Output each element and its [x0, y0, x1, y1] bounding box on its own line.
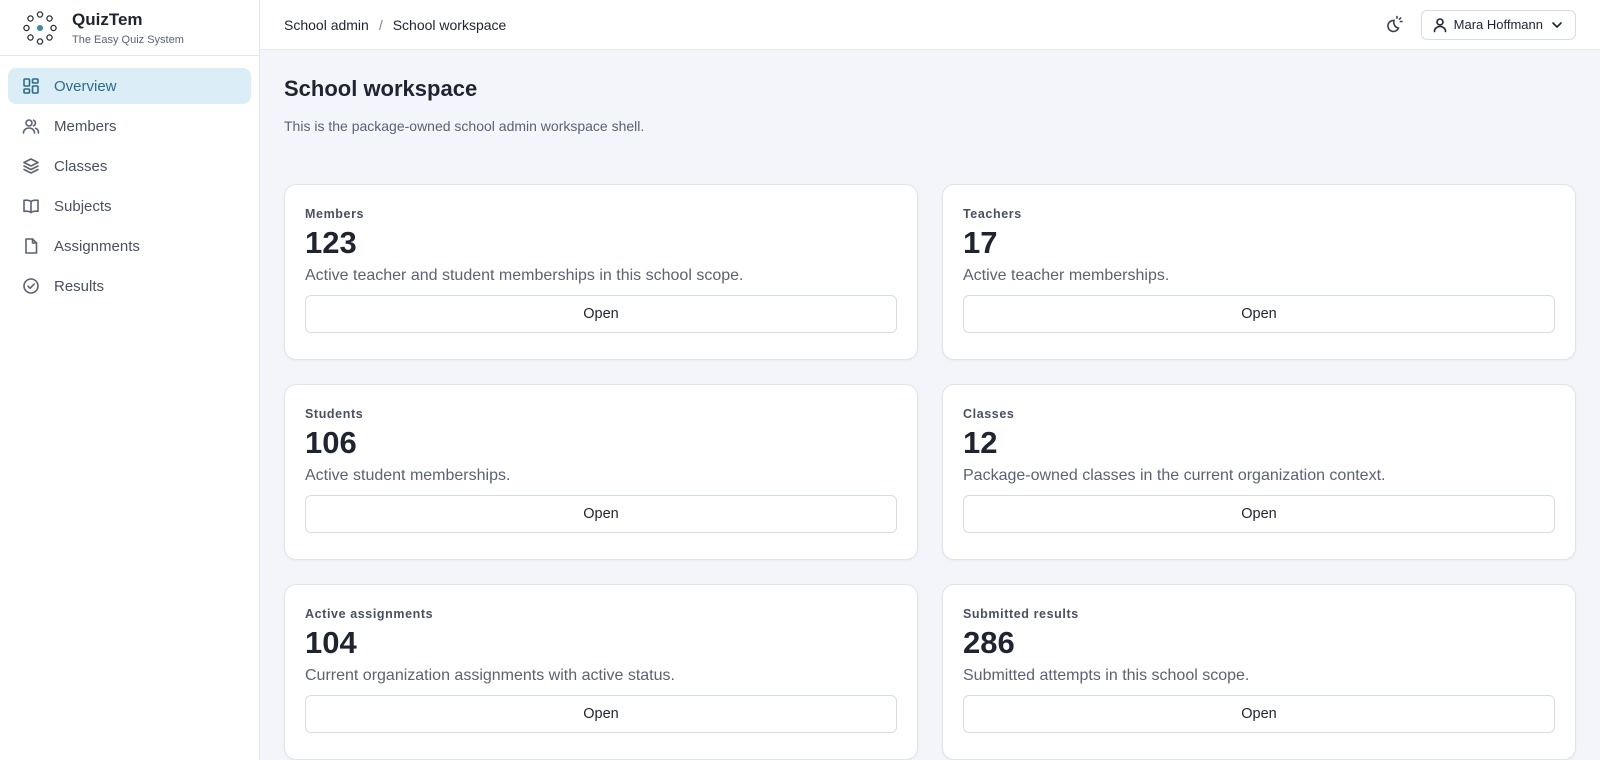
open-classes-button[interactable]: Open [963, 495, 1555, 533]
stat-card-active-assignments: Active assignments 104 Current organizat… [284, 584, 918, 760]
card-label: Submitted results [963, 607, 1079, 621]
user-name: Mara Hoffmann [1453, 17, 1543, 32]
card-description: Package-owned classes in the current org… [963, 467, 1386, 484]
card-description: Active student memberships. [305, 467, 511, 484]
card-value: 12 [963, 425, 998, 460]
sidebar-item-label: Classes [54, 157, 108, 175]
card-value: 104 [305, 625, 357, 660]
sidebar-item-label: Assignments [54, 237, 140, 255]
breadcrumb-current: School workspace [392, 16, 507, 33]
sidebar-item-results[interactable]: Results [8, 268, 251, 304]
card-value: 286 [963, 625, 1015, 660]
sidebar-item-label: Members [54, 117, 117, 135]
check-circle-icon [22, 277, 40, 295]
layers-icon [22, 157, 40, 175]
brand-tagline: The Easy Quiz System [72, 33, 184, 46]
stat-card-submitted-results: Submitted results 286 Submitted attempts… [942, 584, 1576, 760]
card-description: Active teacher and student memberships i… [305, 267, 744, 284]
breadcrumb: School admin / School workspace [284, 17, 506, 33]
card-label: Classes [963, 407, 1015, 421]
card-label: Teachers [963, 207, 1022, 221]
sidebar-nav: Overview Members Classes Subjects Assign… [0, 56, 259, 320]
breadcrumb-separator: / [378, 16, 383, 33]
sidebar-item-assignments[interactable]: Assignments [8, 228, 251, 264]
open-assignments-button[interactable]: Open [305, 695, 897, 733]
book-icon [22, 197, 40, 215]
card-value: 106 [305, 425, 357, 460]
card-label: Students [305, 407, 364, 421]
page-subtitle: This is the package-owned school admin w… [284, 118, 645, 134]
page-content: School workspace This is the package-own… [260, 50, 1600, 760]
user-menu-button[interactable]: Mara Hoffmann [1420, 9, 1576, 40]
dashboard-icon [22, 77, 40, 95]
chevron-down-icon [1552, 21, 1562, 28]
theme-toggle-icon[interactable] [1383, 14, 1405, 36]
user-icon [1433, 17, 1446, 32]
card-label: Active assignments [305, 607, 434, 621]
breadcrumb-school-admin[interactable]: School admin [284, 17, 369, 33]
open-members-button[interactable]: Open [305, 295, 897, 333]
sidebar-item-label: Subjects [54, 197, 112, 215]
card-label: Members [305, 207, 365, 221]
users-icon [22, 117, 40, 135]
stat-card-members: Members 123 Active teacher and student m… [284, 184, 918, 360]
topbar: School admin / School workspace Mara Hof… [260, 0, 1600, 50]
quiztem-logo-icon [22, 10, 58, 46]
card-value: 17 [963, 225, 998, 260]
sidebar-item-subjects[interactable]: Subjects [8, 188, 251, 224]
stats-grid: Members 123 Active teacher and student m… [284, 184, 1576, 760]
open-results-button[interactable]: Open [963, 695, 1555, 733]
card-value: 123 [305, 225, 357, 260]
card-description: Submitted attempts in this school scope. [963, 667, 1250, 684]
page-title: School workspace [284, 76, 478, 101]
open-teachers-button[interactable]: Open [963, 295, 1555, 333]
sidebar-item-label: Overview [54, 77, 117, 95]
sidebar-item-members[interactable]: Members [8, 108, 251, 144]
sidebar-item-classes[interactable]: Classes [8, 148, 251, 184]
brand[interactable]: QuizTem The Easy Quiz System [0, 0, 259, 56]
main-area: School admin / School workspace Mara Hof… [260, 0, 1600, 760]
stat-card-students: Students 106 Active student memberships.… [284, 384, 918, 560]
brand-name: QuizTem [72, 9, 143, 29]
card-description: Current organization assignments with ac… [305, 667, 675, 684]
stat-card-teachers: Teachers 17 Active teacher memberships. … [942, 184, 1576, 360]
sidebar-item-label: Results [54, 277, 105, 295]
stat-card-classes: Classes 12 Package-owned classes in the … [942, 384, 1576, 560]
card-description: Active teacher memberships. [963, 267, 1170, 284]
app-shell: QuizTem The Easy Quiz System Overview Me… [0, 0, 1600, 760]
sidebar: QuizTem The Easy Quiz System Overview Me… [0, 0, 260, 760]
file-icon [22, 237, 40, 255]
sidebar-item-overview[interactable]: Overview [8, 68, 251, 104]
open-students-button[interactable]: Open [305, 495, 897, 533]
